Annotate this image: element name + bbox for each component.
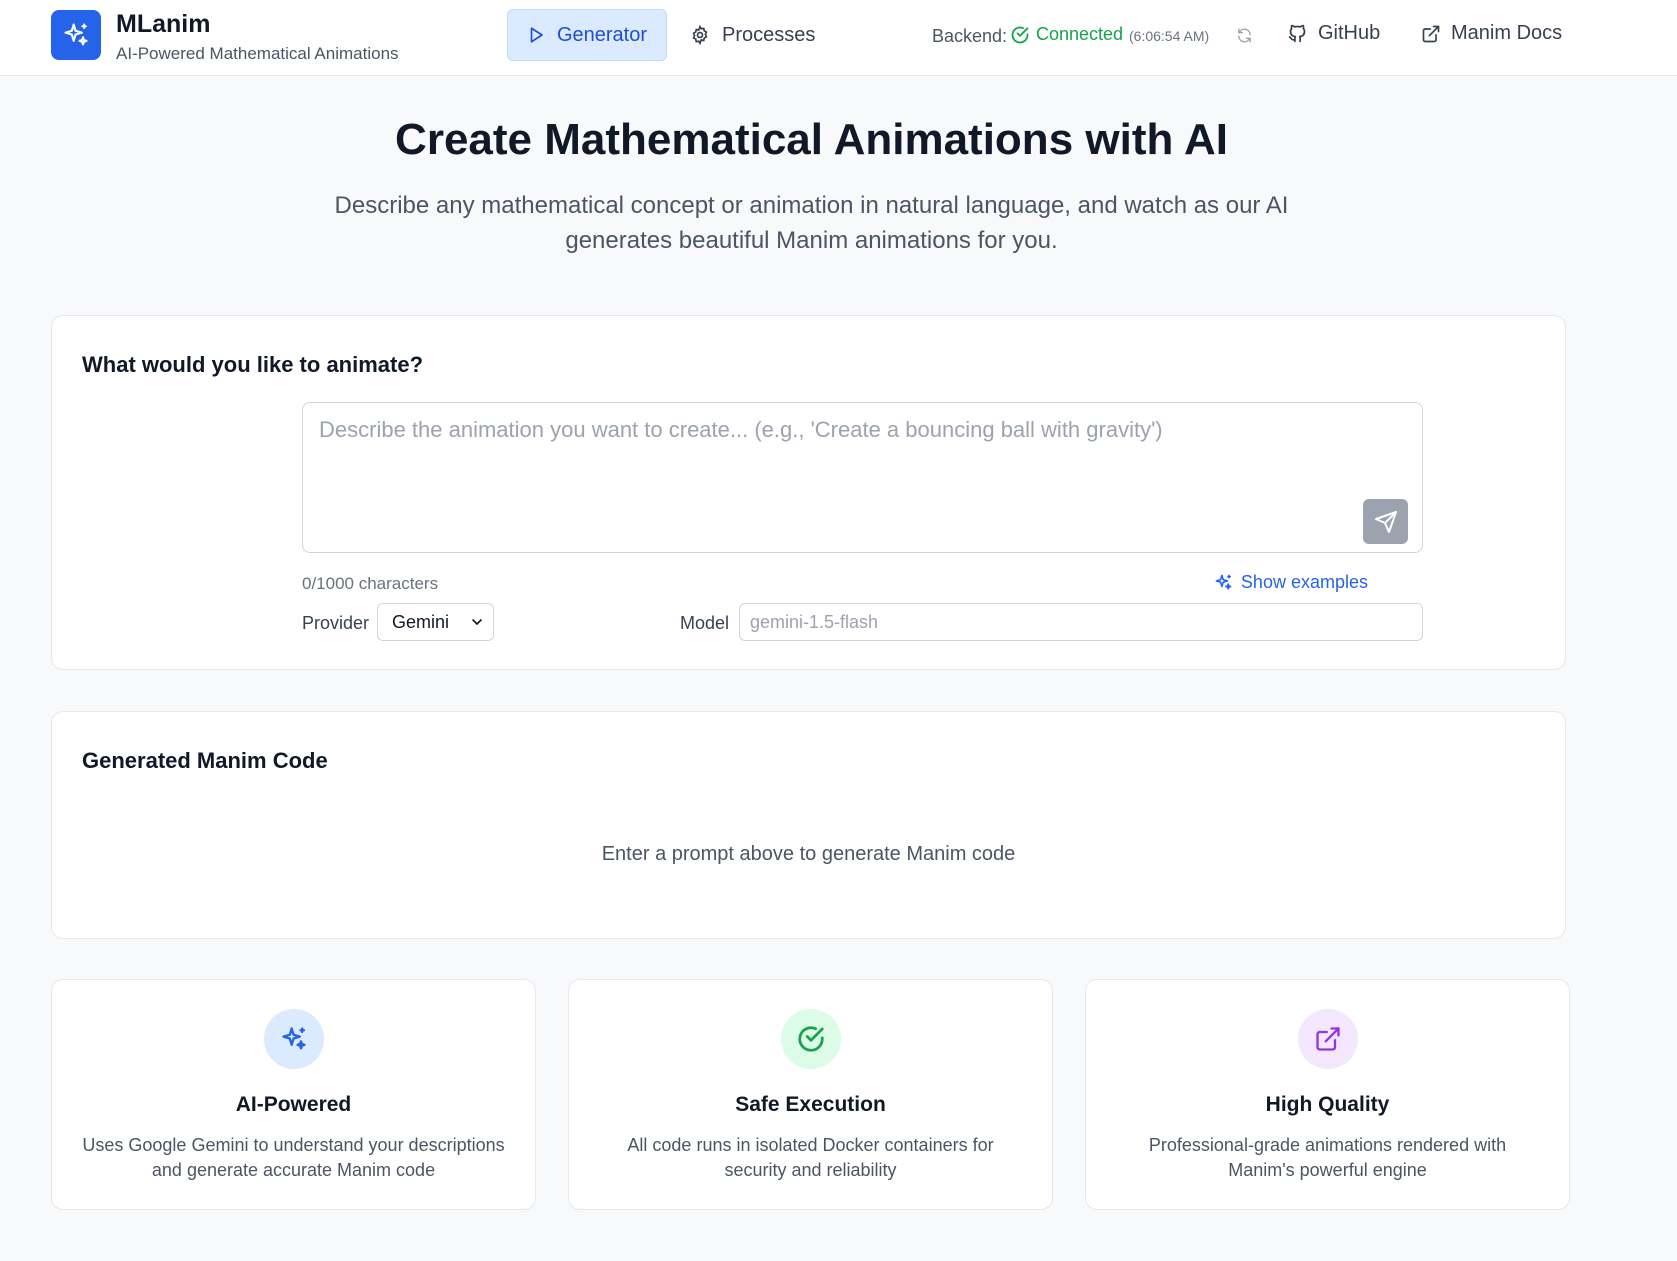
model-label: Model bbox=[680, 613, 730, 633]
play-icon bbox=[530, 27, 543, 43]
show-examples-label: Show examples bbox=[1240, 572, 1368, 592]
send-button[interactable] bbox=[1363, 499, 1408, 544]
check-circle-icon bbox=[1011, 26, 1029, 43]
character-count: 0/1000 characters bbox=[302, 574, 439, 593]
external-link-icon bbox=[1315, 1027, 1340, 1051]
feature-description: Uses Google Gemini to understand your de… bbox=[82, 1135, 505, 1180]
feature-card-ai: AI-Powered Uses Google Gemini to underst… bbox=[51, 979, 536, 1210]
sparkles-icon bbox=[281, 1027, 306, 1050]
page-subtitle: Describe any mathematical concept or ani… bbox=[334, 192, 1289, 254]
code-empty-state: Enter a prompt above to generate Manim c… bbox=[601, 843, 1016, 865]
prompt-card: What would you like to animate? 0/1000 c… bbox=[51, 315, 1566, 670]
refresh-icon bbox=[1238, 28, 1251, 43]
provider-label: Provider bbox=[302, 613, 370, 633]
chevron-down-icon bbox=[472, 619, 482, 625]
backend-status-text: Connected bbox=[1036, 24, 1124, 44]
logo[interactable] bbox=[51, 10, 101, 60]
feature-title: High Quality bbox=[1265, 1093, 1390, 1116]
nav-processes-label: Processes bbox=[722, 23, 816, 46]
prompt-input[interactable] bbox=[303, 403, 1422, 552]
nav-processes-button[interactable]: Processes bbox=[690, 9, 815, 61]
manim-docs-link[interactable]: Manim Docs bbox=[1421, 22, 1562, 45]
backend-status: Connected bbox=[1010, 24, 1123, 45]
provider-value: Gemini bbox=[392, 611, 450, 632]
refresh-button[interactable] bbox=[1236, 27, 1253, 49]
github-link[interactable]: GitHub bbox=[1287, 22, 1380, 45]
feature-icon-wrap bbox=[780, 1009, 841, 1069]
nav-generator-button[interactable]: Generator bbox=[507, 9, 667, 61]
external-link-icon bbox=[1422, 25, 1440, 42]
feature-title: Safe Execution bbox=[735, 1093, 886, 1116]
gear-icon bbox=[692, 25, 708, 45]
brand-name: MLanim bbox=[116, 10, 211, 38]
provider-select[interactable]: Gemini bbox=[377, 603, 494, 641]
send-icon bbox=[1374, 510, 1397, 533]
code-card-title: Generated Manim Code bbox=[82, 748, 328, 773]
feature-card-safe: Safe Execution All code runs in isolated… bbox=[568, 979, 1053, 1210]
feature-icon-wrap bbox=[263, 1009, 324, 1069]
feature-icon-wrap bbox=[1297, 1009, 1358, 1069]
github-label: GitHub bbox=[1318, 22, 1381, 44]
sparkles-icon bbox=[1215, 574, 1232, 590]
docs-label: Manim Docs bbox=[1451, 22, 1563, 44]
prompt-box bbox=[302, 402, 1423, 553]
feature-description: Professional-grade animations rendered w… bbox=[1148, 1135, 1507, 1180]
top-header: MLanim AI-Powered Mathematical Animation… bbox=[0, 0, 1677, 76]
show-examples-button[interactable]: Show examples bbox=[1214, 572, 1368, 593]
feature-description: All code runs in isolated Docker contain… bbox=[627, 1135, 994, 1180]
model-input[interactable] bbox=[739, 603, 1423, 641]
feature-card-quality: High Quality Professional-grade animatio… bbox=[1085, 979, 1570, 1210]
sparkles-icon bbox=[64, 23, 88, 46]
prompt-card-title: What would you like to animate? bbox=[82, 352, 424, 377]
github-icon bbox=[1288, 24, 1306, 43]
code-card: Generated Manim Code Enter a prompt abov… bbox=[51, 711, 1566, 939]
brand-subtitle: AI-Powered Mathematical Animations bbox=[116, 44, 399, 63]
feature-title: AI-Powered bbox=[235, 1093, 352, 1116]
backend-label: Backend: bbox=[932, 26, 1008, 46]
check-circle-icon bbox=[797, 1026, 824, 1052]
backend-timestamp: (6:06:54 AM) bbox=[1129, 28, 1210, 44]
page-title: Create Mathematical Animations with AI bbox=[395, 115, 1228, 164]
nav-generator-label: Generator bbox=[556, 23, 648, 46]
